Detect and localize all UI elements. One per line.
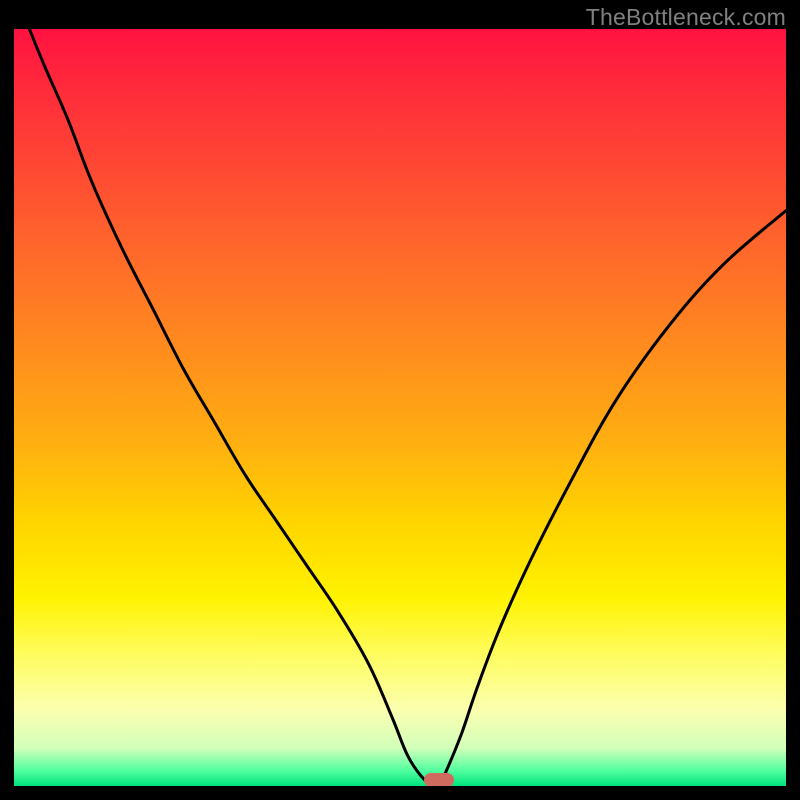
optimum-marker — [424, 773, 454, 786]
chart-frame: TheBottleneck.com — [0, 0, 800, 800]
bottleneck-curve — [14, 29, 786, 786]
plot-area — [14, 29, 786, 786]
watermark-label: TheBottleneck.com — [586, 4, 786, 31]
